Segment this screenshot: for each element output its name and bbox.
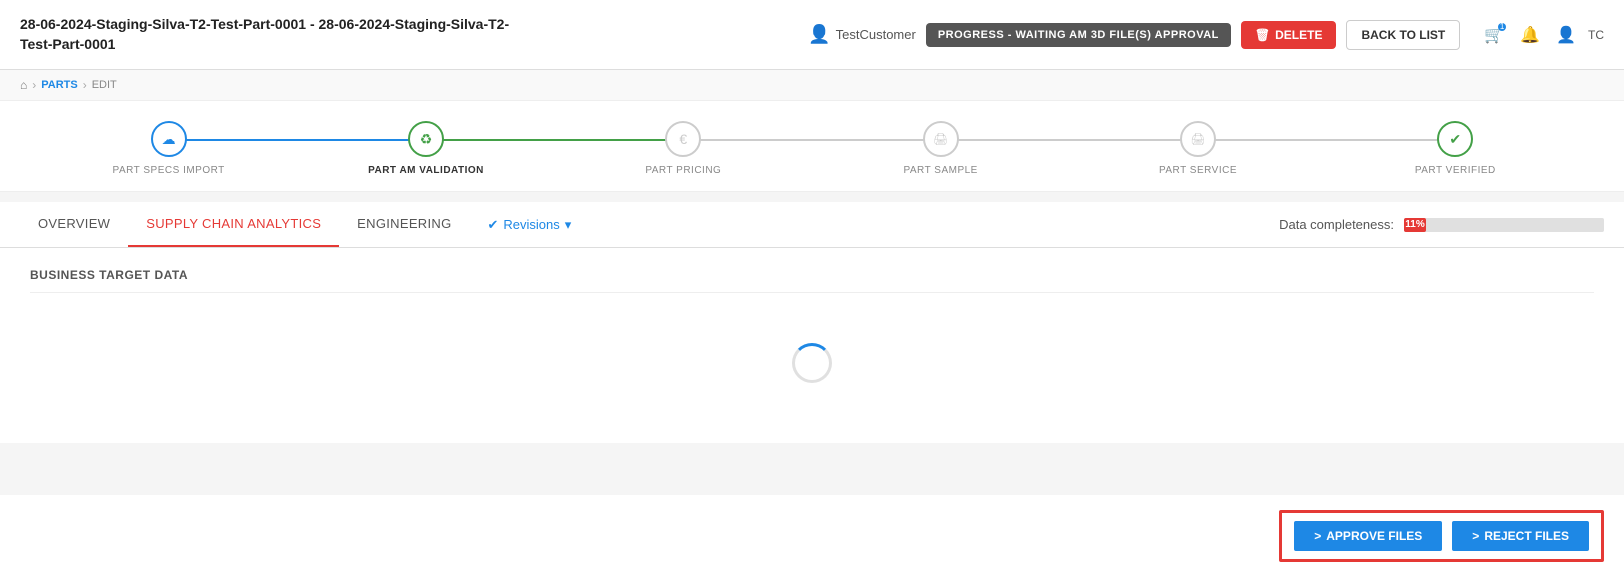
reject-label: REJECT FILES [1484, 529, 1569, 543]
home-icon: ⌂ [20, 78, 27, 92]
tabs: OVERVIEW SUPPLY CHAIN ANALYTICS ENGINEER… [20, 202, 589, 247]
user-button[interactable]: 👤 [1552, 21, 1580, 49]
user-icon: 👤 [808, 24, 830, 45]
tab-supply-chain-analytics[interactable]: SUPPLY CHAIN ANALYTICS [128, 202, 339, 247]
completeness-label: Data completeness: [1279, 217, 1394, 232]
breadcrumb-parts[interactable]: PARTS [41, 79, 77, 91]
approve-label: APPROVE FILES [1326, 529, 1422, 543]
section-title: BUSINESS TARGET DATA [30, 268, 1594, 293]
breadcrumb-sep2: › [83, 78, 87, 92]
data-completeness: Data completeness: 11% [1279, 217, 1604, 232]
tab-engineering[interactable]: ENGINEERING [339, 202, 469, 247]
tab-revisions[interactable]: ✔ Revisions ▾ [470, 203, 590, 247]
reject-files-button[interactable]: > REJECT FILES [1452, 521, 1589, 551]
cart-button[interactable]: 🛒 1 [1480, 21, 1508, 49]
reject-icon: > [1472, 529, 1479, 543]
loading-spinner [792, 343, 832, 383]
step-label-3: PART PRICING [645, 165, 721, 176]
bell-icon: 🔔 [1520, 27, 1540, 44]
step-label-2: PART AM VALIDATION [368, 165, 484, 176]
tc-label: TC [1588, 28, 1604, 42]
step-line-4 [941, 139, 1198, 141]
user-info: 👤 TestCustomer [808, 24, 916, 45]
breadcrumb-current: EDIT [92, 79, 117, 91]
header-right: 👤 TestCustomer PROGRESS - WAITING AM 3D … [808, 20, 1604, 50]
person-icon: 👤 [1556, 27, 1576, 44]
steps-container: ☁ PART SPECS IMPORT ♻ PART AM VALIDATION… [0, 101, 1624, 192]
revisions-label: Revisions [503, 217, 559, 232]
breadcrumb-sep1: › [32, 78, 36, 92]
step-circle-4: 🖨 [923, 121, 959, 157]
status-badge: PROGRESS - WAITING AM 3D FILE(S) APPROVA… [926, 23, 1231, 47]
step-part-pricing: € PART PRICING [555, 121, 812, 176]
loading-area [30, 303, 1594, 423]
page-title: 28-06-2024-Staging-Silva-T2-Test-Part-00… [20, 15, 520, 54]
step-line-1 [169, 139, 426, 141]
step-label-4: PART SAMPLE [903, 165, 977, 176]
step-part-specs-import: ☁ PART SPECS IMPORT [40, 121, 297, 176]
trash-icon: 🗑 [1255, 28, 1270, 42]
tabs-container: OVERVIEW SUPPLY CHAIN ANALYTICS ENGINEER… [0, 202, 1624, 248]
step-circle-5: 🖨 [1180, 121, 1216, 157]
step-part-verified: ✔ PART VERIFIED [1327, 121, 1584, 176]
step-circle-3: € [665, 121, 701, 157]
step-part-service: 🖨 PART SERVICE [1069, 121, 1326, 176]
step-circle-6: ✔ [1437, 121, 1473, 157]
action-buttons-box: > APPROVE FILES > REJECT FILES [1279, 510, 1604, 562]
step-label-6: PART VERIFIED [1415, 165, 1496, 176]
step-line-3 [683, 139, 940, 141]
user-name: TestCustomer [836, 27, 916, 42]
completeness-value: 11% [1405, 219, 1424, 230]
back-to-list-button[interactable]: BACK TO LIST [1346, 20, 1460, 50]
completeness-bar-container: 11% [1404, 218, 1604, 232]
tab-overview[interactable]: OVERVIEW [20, 202, 128, 247]
delete-button[interactable]: 🗑 DELETE [1241, 21, 1337, 49]
breadcrumb: ⌂ › PARTS › EDIT [0, 70, 1624, 101]
step-label-1: PART SPECS IMPORT [113, 165, 225, 176]
revisions-dropdown-icon: ▾ [565, 217, 572, 233]
approve-icon: > [1314, 529, 1321, 543]
completeness-bar: 11% [1404, 218, 1426, 232]
step-line-5 [1198, 139, 1455, 141]
bottom-bar: > APPROVE FILES > REJECT FILES [0, 495, 1624, 577]
notifications-button[interactable]: 🔔 [1516, 21, 1544, 49]
header: 28-06-2024-Staging-Silva-T2-Test-Part-00… [0, 0, 1624, 70]
cart-badge: 1 [1498, 23, 1506, 31]
header-icons: 🛒 1 🔔 👤 TC [1480, 21, 1604, 49]
main-content: BUSINESS TARGET DATA [0, 248, 1624, 443]
step-label-5: PART SERVICE [1159, 165, 1237, 176]
step-circle-1: ☁ [151, 121, 187, 157]
step-circle-2: ♻ [408, 121, 444, 157]
step-part-am-validation: ♻ PART AM VALIDATION [297, 121, 554, 176]
approve-files-button[interactable]: > APPROVE FILES [1294, 521, 1442, 551]
revisions-check-icon: ✔ [488, 217, 499, 233]
step-part-sample: 🖨 PART SAMPLE [812, 121, 1069, 176]
steps: ☁ PART SPECS IMPORT ♻ PART AM VALIDATION… [40, 121, 1584, 176]
step-line-2 [426, 139, 683, 141]
